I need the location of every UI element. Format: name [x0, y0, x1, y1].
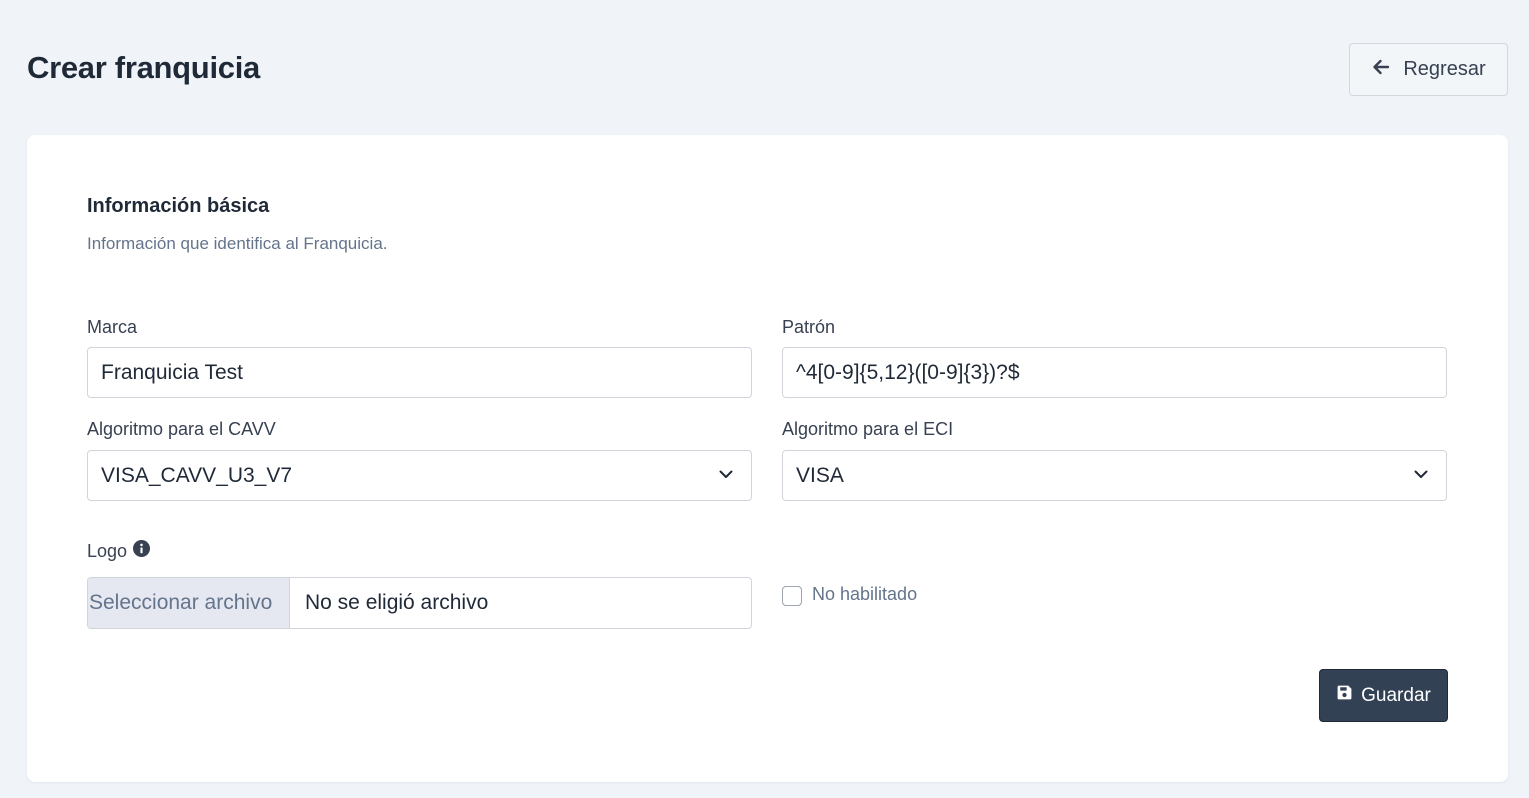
- back-button[interactable]: Regresar: [1349, 43, 1508, 96]
- select-file-button[interactable]: Seleccionar archivo: [88, 578, 290, 628]
- enabled-toggle-row: No habilitado: [782, 582, 917, 606]
- pattern-input[interactable]: ^4[0-9]{5,12}([0-9]{3})?$: [782, 347, 1447, 398]
- logo-label-text: Logo: [87, 540, 128, 561]
- eci-label: Algoritmo para el ECI: [782, 419, 953, 440]
- floppy-disk-icon: [1336, 684, 1353, 707]
- cavv-label-text: Algoritmo para el CAVV: [87, 419, 276, 439]
- save-button-label: Guardar: [1361, 684, 1431, 706]
- brand-input-value: Franquicia Test: [101, 360, 244, 384]
- cavv-select-value: VISA_CAVV_U3_V7: [101, 463, 293, 487]
- enabled-label: No habilitado: [812, 583, 918, 604]
- section-title: Información básica: [87, 195, 270, 217]
- chevron-down-icon: [718, 464, 738, 488]
- page-title: Crear franquicia: [27, 50, 260, 85]
- pattern-label-text: Patrón: [782, 317, 836, 337]
- section-description: Información que identifica al Franquicia…: [87, 234, 388, 253]
- cavv-label: Algoritmo para el CAVV: [87, 419, 276, 440]
- eci-select-value: VISA: [796, 463, 844, 487]
- save-button[interactable]: Guardar: [1319, 669, 1448, 722]
- file-name-text: No se eligió archivo: [305, 591, 489, 614]
- eci-select[interactable]: VISA: [782, 450, 1447, 501]
- info-circle-icon[interactable]: [133, 540, 151, 562]
- logo-label: Logo: [87, 540, 151, 562]
- logo-file-input[interactable]: Seleccionar archivo No se eligió archivo: [87, 577, 752, 629]
- brand-label: Marca: [87, 317, 137, 338]
- back-button-label: Regresar: [1403, 58, 1486, 80]
- cavv-select[interactable]: VISA_CAVV_U3_V7: [87, 450, 752, 501]
- pattern-label: Patrón: [782, 317, 835, 338]
- pattern-input-value: ^4[0-9]{5,12}([0-9]{3})?$: [796, 360, 1020, 384]
- enabled-checkbox[interactable]: [782, 586, 802, 606]
- arrow-left-icon: [1371, 57, 1391, 83]
- eci-label-text: Algoritmo para el ECI: [782, 419, 954, 439]
- chevron-down-icon: [1413, 464, 1433, 488]
- brand-label-text: Marca: [87, 317, 138, 337]
- form-card: Información básica Información que ident…: [27, 135, 1508, 782]
- brand-input[interactable]: Franquicia Test: [87, 347, 752, 398]
